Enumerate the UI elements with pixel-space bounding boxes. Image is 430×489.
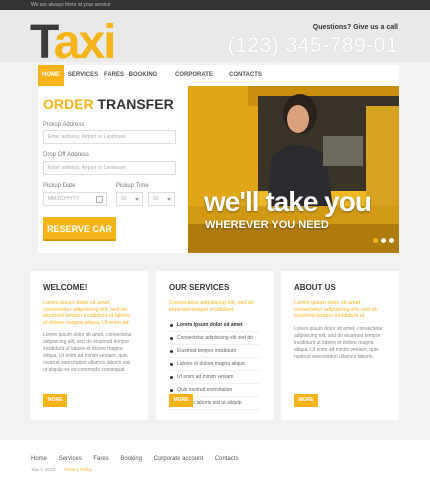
footer-link-contacts[interactable]: Contacts xyxy=(215,456,239,462)
hero-slider: we'll take you WHEREVER YOU NEED xyxy=(188,86,399,253)
welcome-card: WELCOME! Lorem ipsum dolor sit amet, con… xyxy=(30,271,148,420)
nav-booking[interactable]: Booking xyxy=(128,65,158,86)
footer: Home Services Fares Booking Corporate ac… xyxy=(0,440,430,489)
about-text: Lorem ipsum dolor sit amet, consectetur … xyxy=(294,325,383,360)
nav-fares[interactable]: Fares xyxy=(102,65,126,86)
welcome-title: WELCOME! xyxy=(43,283,88,292)
list-item[interactable]: Labore et dolore magna aliqua xyxy=(169,358,261,371)
nav-services[interactable]: Services xyxy=(66,65,100,86)
about-title: ABOUT US xyxy=(294,283,336,292)
pickup-date-label: Pickup Date xyxy=(43,183,76,189)
calendar-icon[interactable] xyxy=(96,196,103,203)
main-nav: Home Services Fares Booking Corporate ac… xyxy=(38,65,399,99)
privacy-policy-link[interactable]: Privacy Policy xyxy=(64,467,92,472)
about-more-button[interactable]: MORE xyxy=(294,394,318,407)
about-lead: Lorem ipsum dolor sit amet, consectetur … xyxy=(294,300,378,319)
slider-dot-3[interactable] xyxy=(389,238,394,243)
logo[interactable]: Taxi xyxy=(30,19,116,67)
bullet-icon xyxy=(170,350,173,353)
phone-number: (123) 345-789-01 xyxy=(227,34,398,57)
slider-dot-2[interactable] xyxy=(381,238,386,243)
main-panel: ORDER TRANSFER Pickup Address Enter addr… xyxy=(38,86,399,253)
copyright: Taxi © 2013 Privacy Policy xyxy=(31,467,93,472)
slider-dot-1[interactable] xyxy=(373,238,378,243)
footer-link-corporate-account[interactable]: Corporate account xyxy=(154,456,203,462)
call-prompt: Questions? Give us a call xyxy=(312,24,398,31)
reserve-car-button[interactable]: RESERVE CAR xyxy=(43,217,116,241)
bullet-icon xyxy=(170,363,173,366)
about-card: ABOUT US Lorem ipsum dolor sit amet, con… xyxy=(281,271,399,420)
nav-home[interactable]: Home xyxy=(38,65,64,86)
list-item[interactable]: Lorem ipsum dolor sit amet xyxy=(169,319,261,332)
footer-nav: Home Services Fares Booking Corporate ac… xyxy=(31,456,248,462)
hero-subheadline: WHEREVER YOU NEED xyxy=(205,219,329,231)
bullet-icon xyxy=(170,376,173,379)
list-item[interactable]: Consectetur adipisicing elit sed do xyxy=(169,332,261,345)
footer-link-home[interactable]: Home xyxy=(31,456,47,462)
services-card: OUR SERVICES Consectetur adipisicing eli… xyxy=(156,271,274,420)
dropoff-address-input[interactable]: Enter address, Airport or Landmark xyxy=(43,161,176,175)
pickup-address-input[interactable]: Enter address, Airport or Landmark xyxy=(43,130,176,144)
chevron-down-icon xyxy=(167,198,171,201)
pickup-time-label: Pickup Time xyxy=(116,183,149,189)
footer-link-fares[interactable]: Fares xyxy=(93,456,108,462)
chevron-down-icon xyxy=(135,198,139,201)
welcome-text: Lorem ipsum dolor sit amet, consectetur … xyxy=(43,332,132,373)
hero-headline: we'll take you xyxy=(204,186,372,217)
bullet-icon xyxy=(170,324,173,327)
list-item[interactable]: Eiusmod tempor incididunt xyxy=(169,345,261,358)
footer-link-services[interactable]: Services xyxy=(59,456,82,462)
services-more-button[interactable]: MORE xyxy=(169,394,193,407)
order-form-title: ORDER TRANSFER xyxy=(43,96,174,112)
bullet-icon xyxy=(170,337,173,340)
welcome-more-button[interactable]: MORE xyxy=(43,394,67,407)
services-lead: Consectetur adipisicing elit, sed do eiu… xyxy=(169,300,254,313)
services-title: OUR SERVICES xyxy=(169,283,230,292)
dropoff-label: Drop Off Address xyxy=(43,152,89,158)
header: Taxi Questions? Give us a call (123) 345… xyxy=(0,10,430,67)
bullet-icon xyxy=(170,389,173,392)
nav-corporate-account[interactable]: Corporate account xyxy=(161,65,227,99)
tagline: We are always there at your service xyxy=(31,2,111,8)
top-bar: We are always there at your service xyxy=(0,0,430,10)
pickup-label: Pickup Address xyxy=(43,122,85,128)
list-item[interactable]: Ut enim ad minim veniam xyxy=(169,371,261,384)
nav-contacts[interactable]: Contacts xyxy=(229,65,262,86)
welcome-lead: Lorem ipsum dolor sit amet, consectetur … xyxy=(43,300,131,326)
footer-link-booking[interactable]: Booking xyxy=(120,456,142,462)
